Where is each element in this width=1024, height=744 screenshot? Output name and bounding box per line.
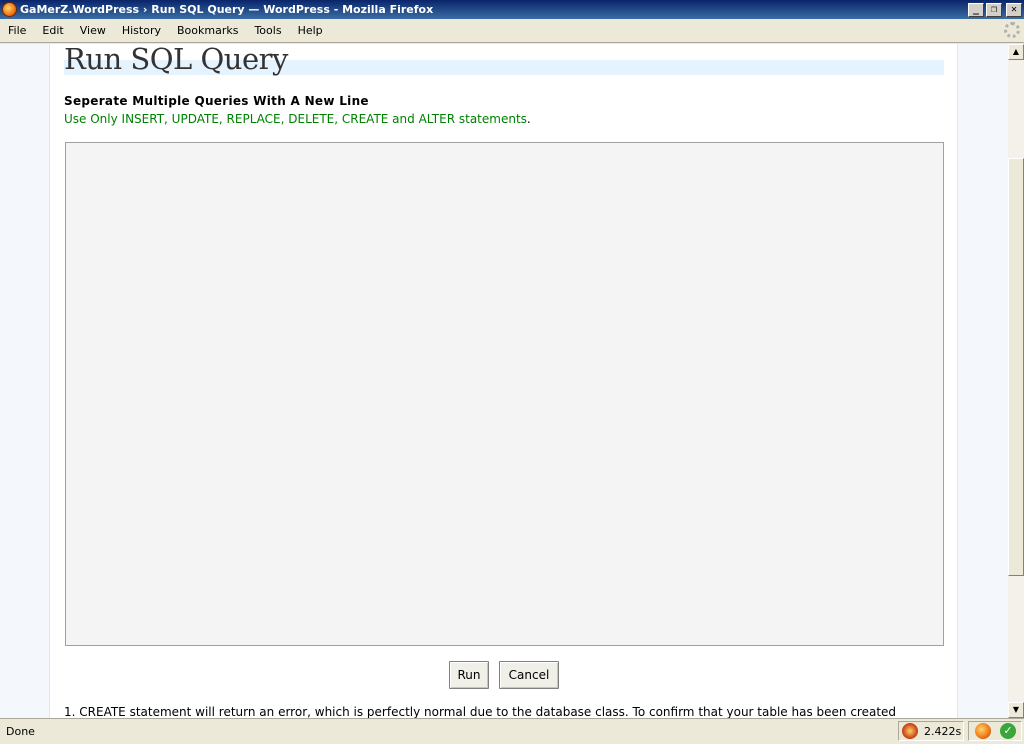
status-bar: Done 2.422s ✓: [0, 718, 1024, 744]
status-text: Done: [6, 725, 35, 738]
scroll-down-arrow-icon[interactable]: ▼: [1008, 702, 1024, 718]
scroll-up-arrow-icon[interactable]: ▲: [1008, 44, 1024, 60]
instruction-allowed-statements: Use Only INSERT, UPDATE, REPLACE, DELETE…: [64, 112, 531, 126]
load-timer-icon[interactable]: [902, 723, 918, 739]
window-controls: _ ❐ ✕: [968, 2, 1022, 17]
menu-view[interactable]: View: [74, 24, 114, 37]
maximize-button[interactable]: ❐: [986, 2, 1002, 17]
menu-bookmarks[interactable]: Bookmarks: [171, 24, 246, 37]
page-margin-right: [957, 44, 1008, 718]
sql-query-input[interactable]: [65, 142, 944, 646]
firefox-status-icon[interactable]: [975, 723, 991, 739]
run-button[interactable]: Run: [449, 661, 489, 689]
scroll-thumb[interactable]: [1008, 158, 1024, 576]
menu-help[interactable]: Help: [292, 24, 331, 37]
footnote-text: 1. CREATE statement will return an error…: [64, 705, 897, 718]
menu-bar: File Edit View History Bookmarks Tools H…: [0, 19, 1024, 43]
menu-tools[interactable]: Tools: [248, 24, 289, 37]
allowed-statements-period: .: [526, 112, 531, 126]
instruction-bold: Seperate Multiple Queries With A New Lin…: [64, 94, 369, 108]
page-title: Run SQL Query: [64, 44, 288, 76]
menu-file[interactable]: File: [2, 24, 34, 37]
minimize-button[interactable]: _: [968, 2, 984, 17]
throbber-icon: [1004, 22, 1020, 38]
check-status-icon[interactable]: ✓: [1000, 723, 1016, 739]
page-margin-left: [0, 44, 50, 718]
load-time: 2.422s: [924, 725, 962, 738]
window-title: GaMerZ.WordPress › Run SQL Query — WordP…: [20, 3, 434, 16]
vertical-scrollbar[interactable]: ▲ ▼: [1008, 44, 1024, 718]
firefox-logo-icon: [2, 2, 17, 17]
allowed-statements-text: Use Only INSERT, UPDATE, REPLACE, DELETE…: [64, 112, 527, 126]
window-title-bar: GaMerZ.WordPress › Run SQL Query — WordP…: [0, 0, 1024, 19]
close-button[interactable]: ✕: [1006, 2, 1022, 17]
menu-edit[interactable]: Edit: [36, 24, 71, 37]
cancel-button[interactable]: Cancel: [499, 661, 559, 689]
page-viewport: Run SQL Query Seperate Multiple Queries …: [0, 44, 1008, 718]
menu-history[interactable]: History: [116, 24, 169, 37]
